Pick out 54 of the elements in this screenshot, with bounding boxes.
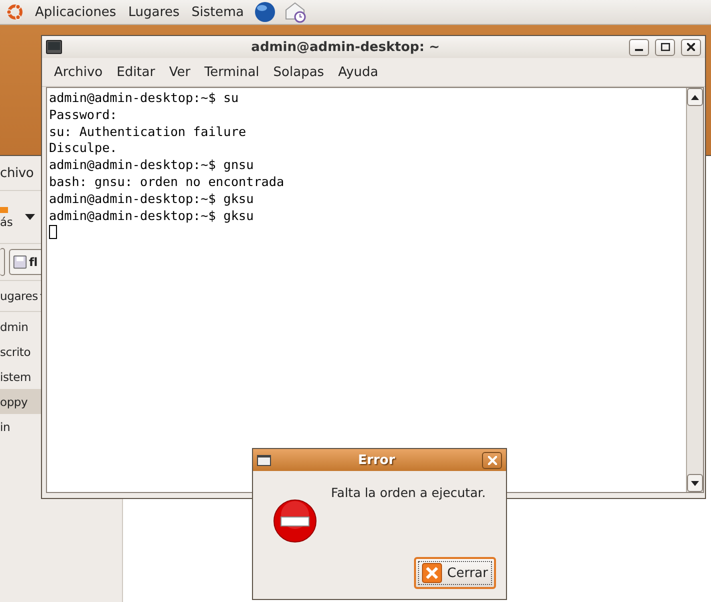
menu-item[interactable]: Solapas xyxy=(273,64,324,80)
location-button[interactable]: fl xyxy=(9,249,43,275)
place-item[interactable]: istem xyxy=(0,364,41,389)
terminal-line: su: Authentication failure xyxy=(49,124,248,140)
terminal-line: admin@admin-desktop:~$ gnsu xyxy=(49,157,255,174)
terminal-line: Password: xyxy=(49,106,118,124)
menu-item[interactable]: Ver xyxy=(169,64,190,80)
close-icon xyxy=(422,563,442,583)
close-dialog-button[interactable]: Cerrar xyxy=(414,557,496,589)
places-header[interactable]: ugares xyxy=(0,289,38,303)
ubuntu-logo-icon[interactable] xyxy=(5,2,25,22)
place-item[interactable]: scrito xyxy=(0,339,41,364)
terminal-line: admin@admin-desktop:~$ gksu xyxy=(49,190,255,208)
dialog-title: Error xyxy=(356,452,396,468)
terminal-cursor xyxy=(49,225,57,240)
menu-item[interactable]: Archivo xyxy=(54,64,103,80)
scrollbar[interactable] xyxy=(686,88,703,492)
window-icon xyxy=(257,454,271,466)
close-button[interactable] xyxy=(681,38,701,56)
menu-item[interactable]: Editar xyxy=(116,64,156,80)
panel-menu[interactable]: Sistema xyxy=(190,4,246,20)
terminal-line: Disculpe. xyxy=(49,140,118,158)
menu-item[interactable]: Terminal xyxy=(204,64,260,80)
place-item[interactable]: dmin xyxy=(0,314,41,339)
maximize-button[interactable] xyxy=(655,38,675,56)
scroll-up-button[interactable] xyxy=(687,88,703,106)
minimize-button[interactable] xyxy=(629,38,649,56)
close-icon xyxy=(488,456,496,464)
scroll-down-button[interactable] xyxy=(687,474,703,492)
up-arrow-icon xyxy=(691,94,699,100)
place-item[interactable]: oppy xyxy=(0,389,41,414)
panel-menu[interactable]: Aplicaciones xyxy=(33,4,118,20)
panel-menu[interactable]: Lugares xyxy=(126,4,182,20)
caret-icon[interactable] xyxy=(24,214,35,220)
location-button[interactable] xyxy=(0,248,5,276)
terminal-icon xyxy=(46,40,62,54)
toolbar-label[interactable]: ás xyxy=(0,215,13,229)
mail-icon[interactable] xyxy=(284,1,306,23)
globe-icon[interactable] xyxy=(254,1,276,23)
place-item[interactable]: in xyxy=(0,414,41,439)
close-icon xyxy=(687,43,695,51)
terminal-line: admin@admin-desktop:~$ su xyxy=(49,90,240,107)
location-label: fl xyxy=(29,255,38,269)
window-title: admin@admin-desktop: ~ xyxy=(250,40,441,54)
menu-item[interactable]: chivo xyxy=(0,166,34,180)
stop-icon xyxy=(273,499,317,543)
error-message: Falta la orden a ejecutar. xyxy=(331,485,487,502)
down-arrow-icon xyxy=(691,480,699,486)
terminal-line: admin@admin-desktop:~$ gksu xyxy=(49,208,255,224)
terminal-line: bash: gnsu: orden no encontrada xyxy=(49,174,286,191)
maximize-icon xyxy=(660,43,670,51)
close-button[interactable] xyxy=(482,452,502,468)
menu-item[interactable]: Ayuda xyxy=(338,64,378,80)
floppy-icon xyxy=(13,255,27,269)
